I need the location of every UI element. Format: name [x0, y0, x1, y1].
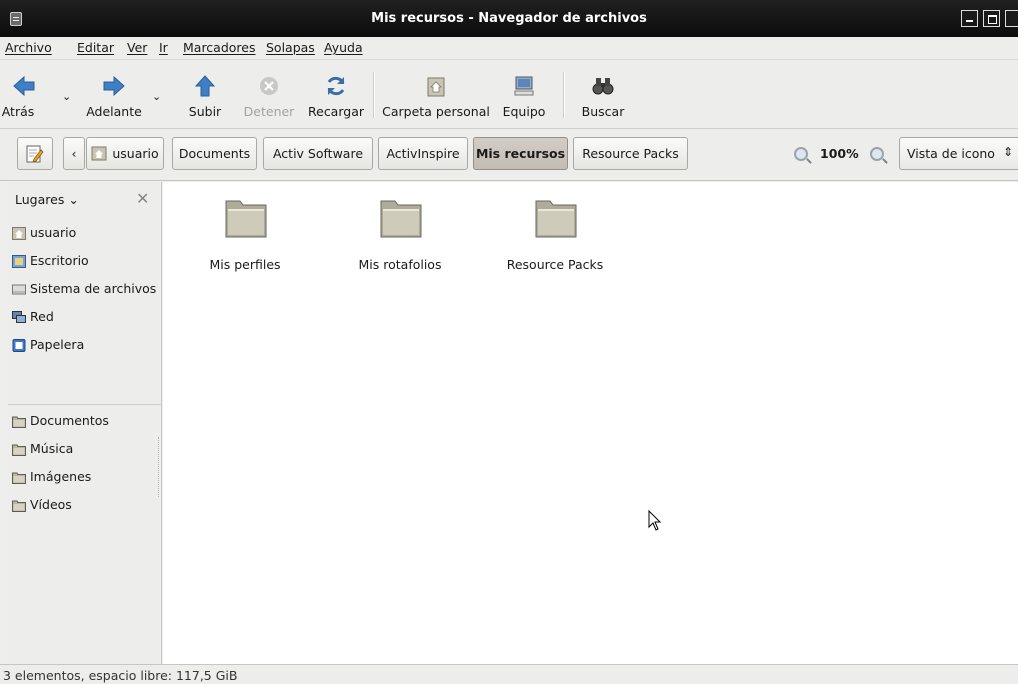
breadcrumb-documents[interactable]: Documents: [172, 137, 257, 170]
chevron-left-icon: ‹: [71, 146, 77, 161]
back-button[interactable]: Atrás: [0, 60, 48, 128]
home-folder-icon: [91, 146, 107, 161]
computer-button[interactable]: Equipo: [496, 60, 552, 128]
breadcrumb-usuario[interactable]: usuario: [86, 137, 164, 170]
breadcrumb-activ-software[interactable]: Activ Software: [263, 137, 373, 170]
menu-ir[interactable]: Ir: [159, 40, 168, 55]
back-arrow-icon: [13, 75, 35, 97]
sidebar-header: Lugares ⌄ ✕: [8, 182, 162, 216]
mouse-pointer-icon: [648, 510, 662, 531]
computer-icon: [514, 76, 534, 96]
sidebar-item-red[interactable]: Red: [8, 304, 162, 330]
zoom-in-icon[interactable]: [870, 147, 884, 161]
sidebar-item-musica[interactable]: Música: [8, 436, 162, 462]
sidebar-type-dropdown[interactable]: Lugares ⌄: [15, 192, 79, 207]
toolbar-separator-2: [563, 72, 564, 118]
binoculars-icon: [592, 78, 614, 95]
location-bar: ‹ usuario Documents Activ Software Activ…: [0, 129, 1018, 181]
breadcrumb-resource-packs[interactable]: Resource Packs: [573, 137, 688, 170]
maximize-button[interactable]: [983, 10, 1000, 27]
trash-icon: [12, 339, 26, 352]
toolbar-separator: [373, 72, 374, 118]
menu-bar: Archivo Editar Ver Ir Marcadores Solapas…: [0, 37, 1018, 59]
status-bar: 3 elementos, espacio libre: 117,5 GiB: [0, 664, 1018, 684]
folder-icon: [380, 200, 422, 238]
sidebar-separator: [8, 404, 162, 405]
forward-history-chevron-icon[interactable]: ⌄: [152, 90, 161, 103]
menu-ayuda[interactable]: Ayuda: [324, 40, 363, 55]
sidebar-item-imagenes[interactable]: Imágenes: [8, 464, 162, 490]
zoom-out-icon[interactable]: [794, 147, 808, 161]
title-bar: Mis recursos - Navegador de archivos: [0, 0, 1018, 37]
sidebar-item-papelera[interactable]: Papelera: [8, 332, 162, 358]
up-arrow-icon: [194, 75, 216, 97]
up-button[interactable]: Subir: [184, 60, 226, 128]
menu-archivo[interactable]: Archivo: [5, 40, 52, 55]
menu-editar[interactable]: Editar: [77, 40, 114, 55]
folder-item-resource-packs[interactable]: Resource Packs: [495, 182, 615, 272]
breadcrumb-activinspire[interactable]: ActivInspire: [378, 137, 468, 170]
desktop-icon: [12, 255, 26, 268]
drive-icon: [12, 284, 26, 295]
sidebar-item-videos[interactable]: Vídeos: [8, 492, 162, 518]
menu-solapas[interactable]: Solapas: [266, 40, 315, 55]
folder-icon: [12, 472, 26, 484]
toggle-location-entry-button[interactable]: [17, 137, 53, 170]
forward-arrow-icon: [103, 75, 125, 97]
folder-icon: [12, 444, 26, 456]
breadcrumb-mis-recursos[interactable]: Mis recursos: [473, 137, 568, 170]
close-button[interactable]: [1005, 10, 1018, 27]
home-folder-icon: [12, 227, 26, 240]
home-folder-icon: [427, 77, 445, 97]
places-sidebar: Lugares ⌄ ✕ usuario Escritorio Sistema d…: [8, 182, 162, 664]
chevron-down-icon: ⌄: [68, 192, 79, 207]
folder-icon: [12, 416, 26, 428]
sidebar-item-escritorio[interactable]: Escritorio: [8, 248, 162, 274]
home-folder-button[interactable]: Carpeta personal: [380, 60, 492, 128]
window-title: Mis recursos - Navegador de archivos: [371, 11, 647, 26]
zoom-level: 100%: [820, 146, 859, 161]
sidebar-resize-handle[interactable]: [158, 437, 161, 497]
reload-icon: [327, 76, 345, 96]
reload-button[interactable]: Recargar: [304, 60, 368, 128]
menu-ver[interactable]: Ver: [127, 40, 147, 55]
forward-button[interactable]: Adelante: [82, 60, 146, 128]
search-button[interactable]: Buscar: [574, 60, 632, 128]
minimize-button[interactable]: [961, 10, 978, 27]
folder-item-mis-perfiles[interactable]: Mis perfiles: [185, 182, 305, 272]
file-browser-window: Archivo Editar Ver Ir Marcadores Solapas…: [0, 37, 1018, 684]
folder-icon: [535, 200, 577, 238]
back-history-chevron-icon[interactable]: ⌄: [62, 90, 71, 103]
view-mode-select[interactable]: Vista de icono ⇕: [899, 137, 1018, 170]
file-icon-view[interactable]: Mis perfiles Mis rotafolios Resource Pac…: [163, 182, 1018, 664]
close-sidebar-icon[interactable]: ✕: [136, 189, 149, 208]
toolbar: Atrás ⌄ Adelante ⌄ Subir Detener Recarga…: [0, 59, 1018, 129]
breadcrumb-scroll-left-button[interactable]: ‹: [63, 137, 85, 170]
sidebar-item-sistema-de-archivos[interactable]: Sistema de archivos: [8, 276, 162, 302]
folder-icon: [12, 500, 26, 512]
stop-button[interactable]: Detener: [240, 60, 298, 128]
sidebar-item-documentos[interactable]: Documentos: [8, 408, 162, 434]
select-arrows-icon: ⇕: [1002, 145, 1013, 159]
folder-icon: [225, 200, 267, 238]
menu-marcadores[interactable]: Marcadores: [183, 40, 256, 55]
folder-item-mis-rotafolios[interactable]: Mis rotafolios: [340, 182, 460, 272]
sidebar-item-usuario[interactable]: usuario: [8, 220, 162, 246]
stop-icon: [260, 77, 278, 95]
network-icon: [12, 311, 26, 323]
edit-note-icon: [26, 145, 44, 163]
